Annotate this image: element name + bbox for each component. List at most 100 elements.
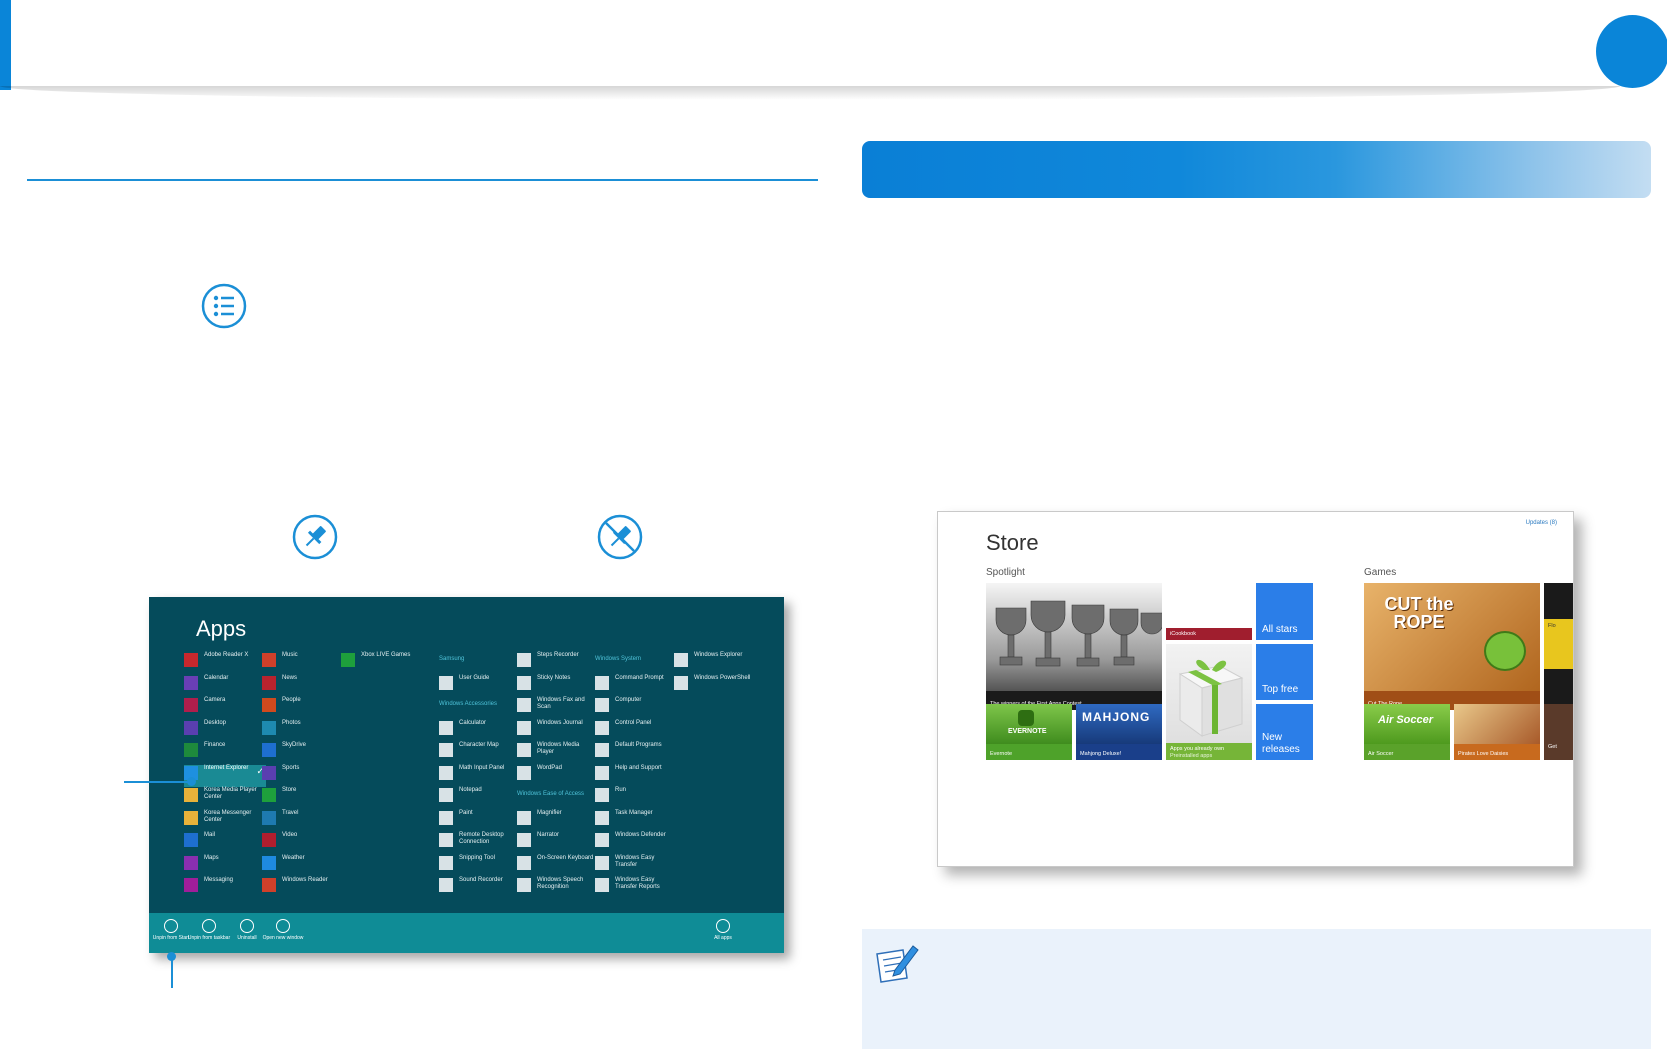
app-tile[interactable]: Windows Explorer	[674, 652, 754, 674]
app-tile[interactable]: Control Panel	[595, 720, 675, 742]
app-tile[interactable]: Computer	[595, 697, 675, 719]
app-tile[interactable]: News	[262, 675, 342, 697]
app-tile[interactable]: Narrator	[517, 832, 597, 854]
sports-icon	[262, 765, 276, 780]
app-tile[interactable]: Windows Easy Transfer Reports	[595, 877, 675, 899]
app-tile[interactable]: Korea Media Player Center	[184, 787, 264, 809]
tile-cut-the-rope[interactable]: CUT the ROPE Cut The Rope	[1364, 583, 1540, 710]
app-label: Sound Recorder	[459, 877, 503, 883]
tile-evernote[interactable]: EVERNOTE Evernote	[986, 704, 1072, 760]
appbar-button[interactable]: All apps	[699, 919, 747, 941]
app-label: Task Manager	[615, 809, 653, 816]
app-tile[interactable]: Desktop	[184, 720, 264, 742]
app-tile[interactable]: Finance	[184, 742, 264, 764]
app-tile[interactable]: Maps	[184, 855, 264, 877]
tile-new-releases[interactable]: New releases	[1256, 704, 1313, 760]
tile-top-free[interactable]: Top free	[1256, 644, 1313, 700]
calc-icon	[439, 720, 453, 735]
tile-evernote-caption: Evernote	[990, 750, 1013, 757]
tile-mahjong-caption: Mahjong Deluxe!	[1080, 750, 1122, 757]
tile-apps-own[interactable]	[1166, 512, 1252, 628]
app-tile[interactable]: Xbox LIVE Games	[341, 652, 421, 674]
app-tile[interactable]: SkyDrive	[262, 742, 342, 764]
app-tile[interactable]: Windows Reader	[262, 877, 342, 899]
app-tile[interactable]: Sports	[262, 765, 342, 787]
app-tile[interactable]: WordPad	[517, 765, 597, 787]
app-tile[interactable]: Math Input Panel	[439, 765, 519, 787]
app-tile[interactable]: Default Programs	[595, 742, 675, 764]
app-tile[interactable]: Run	[595, 787, 675, 809]
app-tile[interactable]: Mail	[184, 832, 264, 854]
app-tile[interactable]: Windows Defender	[595, 832, 675, 854]
uninstall-icon	[240, 919, 254, 933]
apps-title: Apps	[196, 616, 247, 641]
app-tile[interactable]: Sound Recorder	[439, 877, 519, 899]
default-icon	[595, 743, 609, 757]
app-tile[interactable]: Calculator	[439, 720, 519, 742]
maps-icon	[184, 855, 198, 870]
app-tile[interactable]: Paint	[439, 810, 519, 832]
app-tile[interactable]: Weather	[262, 855, 342, 877]
tile-mahjong[interactable]: MAHJONG Mahjong Deluxe!	[1076, 704, 1162, 760]
app-label: Calendar	[204, 674, 229, 681]
updates-link[interactable]: Updates (8)	[1526, 520, 1557, 526]
app-tile[interactable]: Windows Journal	[517, 720, 597, 742]
app-tile[interactable]: Windows Fax and Scan	[517, 697, 597, 719]
app-label: Korea Messenger Center	[204, 809, 252, 823]
app-label: Windows Fax and Scan	[537, 697, 585, 710]
app-tile[interactable]: Windows Easy Transfer	[595, 855, 675, 877]
app-tile[interactable]: User Guide	[439, 675, 519, 697]
app-label: Windows Reader	[282, 877, 328, 883]
app-tile[interactable]: Help and Support	[595, 765, 675, 787]
header-accent-bar	[0, 0, 11, 90]
app-label: Windows Explorer	[694, 652, 743, 658]
section-rule	[27, 179, 818, 181]
defender-icon	[595, 833, 609, 847]
tile-all-stars[interactable]: All stars	[1256, 583, 1313, 640]
app-tile[interactable]: Calendar	[184, 675, 264, 697]
app-label: Windows Journal	[537, 719, 583, 726]
cmd-icon	[595, 675, 609, 690]
app-tile[interactable]: On-Screen Keyboard	[517, 855, 597, 877]
app-tile[interactable]: Remote Desktop Connection	[439, 832, 519, 854]
folder-icon	[184, 788, 198, 802]
tile-icookbook-caption: iCookbook	[1170, 630, 1196, 637]
app-tile[interactable]: Travel	[262, 810, 342, 832]
app-label: Xbox LIVE Games	[361, 652, 411, 658]
reader-icon	[262, 878, 276, 892]
app-tile[interactable]: Korea Messenger Center	[184, 810, 264, 832]
app-tile[interactable]: Adobe Reader X	[184, 652, 264, 674]
app-tile[interactable]: People	[262, 697, 342, 719]
app-tile[interactable]: Store	[262, 787, 342, 809]
app-tile[interactable]: Camera	[184, 697, 264, 719]
app-tile[interactable]: Character Map	[439, 742, 519, 764]
tile-pirates[interactable]: Pirates Love Daisies	[1454, 704, 1540, 760]
app-tile[interactable]: Video	[262, 832, 342, 854]
tile-air-soccer[interactable]: Air Soccer Air Soccer	[1364, 704, 1450, 760]
app-tile[interactable]: Command Prompt	[595, 675, 675, 697]
app-tile[interactable]: Windows PowerShell	[674, 675, 754, 697]
app-label: Windows Easy Transfer	[615, 854, 655, 868]
appbar-button[interactable]: Open new window	[259, 919, 307, 941]
app-tile[interactable]: Windows Media Player	[517, 742, 597, 764]
tile-winners[interactable]: The winners of the First Apps Contest	[986, 583, 1162, 710]
app-label: Mail	[204, 832, 216, 838]
app-tile[interactable]: Snipping Tool	[439, 855, 519, 877]
app-tile[interactable]: Internet Explorer ✓	[184, 764, 266, 787]
app-label: Windows Easy Transfer Reports	[615, 877, 660, 890]
app-tile[interactable]: Steps Recorder	[517, 652, 597, 674]
app-tile[interactable]: Task Manager	[595, 810, 675, 832]
app-label: Video	[282, 832, 298, 838]
tile-get-partial[interactable]: Get	[1544, 704, 1573, 760]
app-tile[interactable]: Notepad	[439, 787, 519, 809]
app-tile[interactable]: Windows Speech Recognition	[517, 877, 597, 899]
app-tile[interactable]: Magnifier	[517, 810, 597, 832]
app-tile[interactable]: Sticky Notes	[517, 675, 597, 697]
tile-apps-owned[interactable]: Apps you already own Preinstalled apps	[1166, 644, 1252, 760]
tile-flo-partial[interactable]: Flo	[1544, 583, 1573, 710]
app-tile[interactable]: Photos	[262, 720, 342, 742]
note-pencil-icon	[873, 942, 919, 984]
app-tile[interactable]: Messaging	[184, 877, 264, 899]
callout-dot-selected	[187, 777, 196, 786]
app-tile[interactable]: Music	[262, 652, 342, 674]
